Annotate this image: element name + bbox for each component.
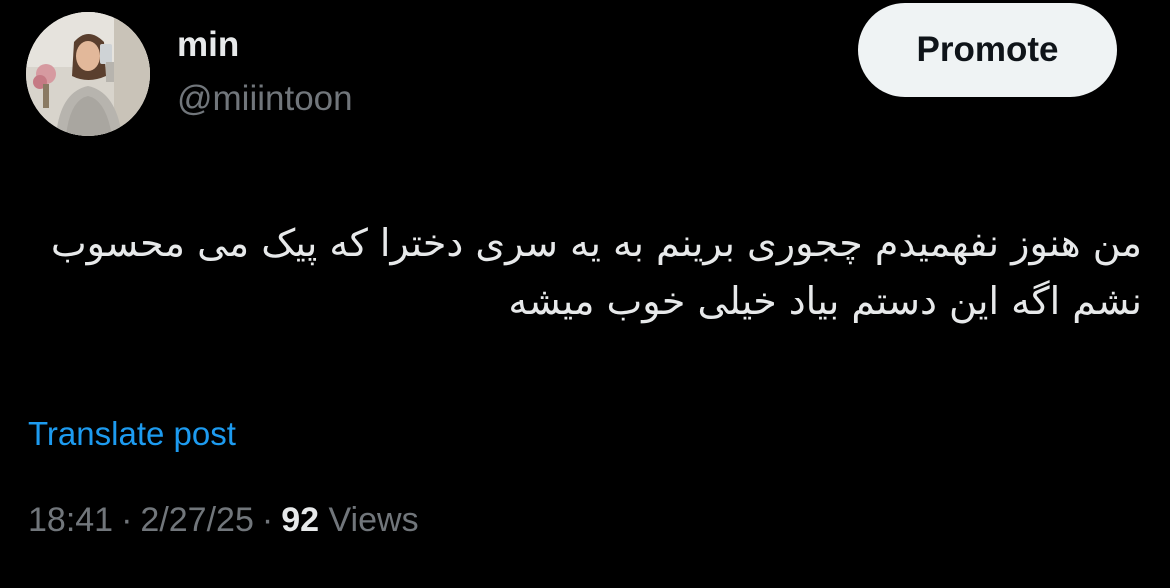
user-handle[interactable]: @miiintoon: [177, 79, 353, 119]
views-count[interactable]: 92: [281, 501, 319, 539]
views-label: Views: [328, 501, 419, 539]
meta-separator: ·: [121, 501, 133, 539]
post-time[interactable]: 18:41: [28, 501, 113, 539]
post-text: من هنوز نفهمیدم چجوری برینم به یه سری دخ…: [50, 221, 1142, 323]
promote-button[interactable]: Promote: [858, 3, 1117, 97]
post-meta: 18:41 · 2/27/25 · 92 Views: [28, 500, 419, 541]
meta-separator: ·: [261, 501, 274, 539]
avatar-photo: [26, 12, 150, 136]
avatar[interactable]: [26, 12, 150, 136]
translate-post-link[interactable]: Translate post: [28, 414, 236, 454]
post-date[interactable]: 2/27/25: [140, 501, 253, 539]
display-name[interactable]: min: [177, 25, 239, 65]
